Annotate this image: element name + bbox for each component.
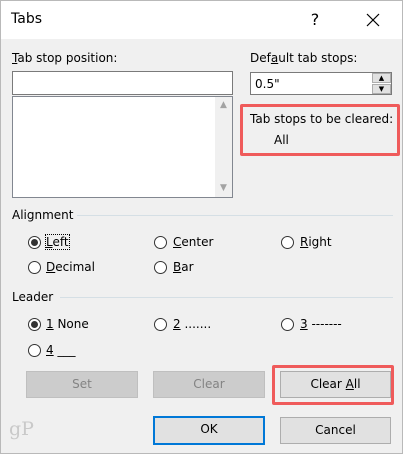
scroll-up-icon[interactable]: ▲ <box>215 97 232 114</box>
alignment-right-radio[interactable] <box>281 236 294 249</box>
alignment-bar-label[interactable]: Bar <box>173 260 194 274</box>
alignment-center-label[interactable]: Center <box>173 235 213 249</box>
leader-group-label: Leader <box>12 290 54 304</box>
leader-underline-label[interactable]: 4 ___ <box>46 343 75 357</box>
cancel-button[interactable]: Cancel <box>280 417 391 444</box>
alignment-group-label: Alignment <box>12 208 74 222</box>
alignment-decimal-label[interactable]: Decimal <box>46 260 95 274</box>
help-button[interactable]: ? <box>305 9 325 31</box>
title-bar[interactable]: Tabs ? <box>1 1 402 39</box>
scroll-down-icon[interactable]: ▼ <box>215 180 232 197</box>
leader-underline-radio[interactable] <box>28 344 41 357</box>
tab-stops-cleared-value: All <box>274 133 289 147</box>
ok-button[interactable]: OK <box>153 416 265 445</box>
set-button[interactable]: Set <box>26 371 138 398</box>
alignment-divider <box>77 215 393 216</box>
default-tab-stops-label: Default tab stops: <box>250 51 358 65</box>
clear-button[interactable]: Clear <box>153 371 265 398</box>
tabs-dialog: Tabs ? Tab stop position: ▲ ▼ Default ta… <box>0 0 403 454</box>
default-tab-stops-value: 0.5" <box>255 77 280 91</box>
leader-dots-label[interactable]: 2 ....... <box>173 317 211 331</box>
alignment-left-radio[interactable] <box>28 236 41 249</box>
clear-all-button[interactable]: Clear All <box>280 371 391 398</box>
close-icon <box>366 13 380 27</box>
leader-dots-radio[interactable] <box>154 318 167 331</box>
window-title: Tabs <box>11 11 42 27</box>
tab-stop-position-label: Tab stop position: <box>12 51 118 65</box>
leader-divider <box>60 297 393 298</box>
tab-stop-list-scrollbar[interactable]: ▲ ▼ <box>215 97 232 197</box>
leader-dashes-radio[interactable] <box>281 318 294 331</box>
tab-stop-list[interactable]: ▲ ▼ <box>12 96 233 198</box>
alignment-center-radio[interactable] <box>154 236 167 249</box>
default-tab-stops-spinner[interactable]: 0.5" ▲ ▼ <box>250 72 392 95</box>
spin-up-icon[interactable]: ▲ <box>372 73 391 83</box>
alignment-left-label[interactable]: Left <box>45 234 70 250</box>
leader-none-label[interactable]: 1 None <box>46 317 89 331</box>
alignment-right-label[interactable]: Right <box>300 235 332 249</box>
spin-down-icon[interactable]: ▼ <box>372 84 391 94</box>
tab-stops-cleared-label: Tab stops to be cleared: <box>250 112 394 126</box>
watermark-logo: gP <box>9 418 34 440</box>
leader-dashes-label[interactable]: 3 ------- <box>300 317 342 331</box>
alignment-bar-radio[interactable] <box>154 261 167 274</box>
tab-stop-position-input[interactable] <box>12 71 233 95</box>
close-button[interactable] <box>353 5 393 35</box>
alignment-decimal-radio[interactable] <box>28 261 41 274</box>
leader-none-radio[interactable] <box>28 318 41 331</box>
